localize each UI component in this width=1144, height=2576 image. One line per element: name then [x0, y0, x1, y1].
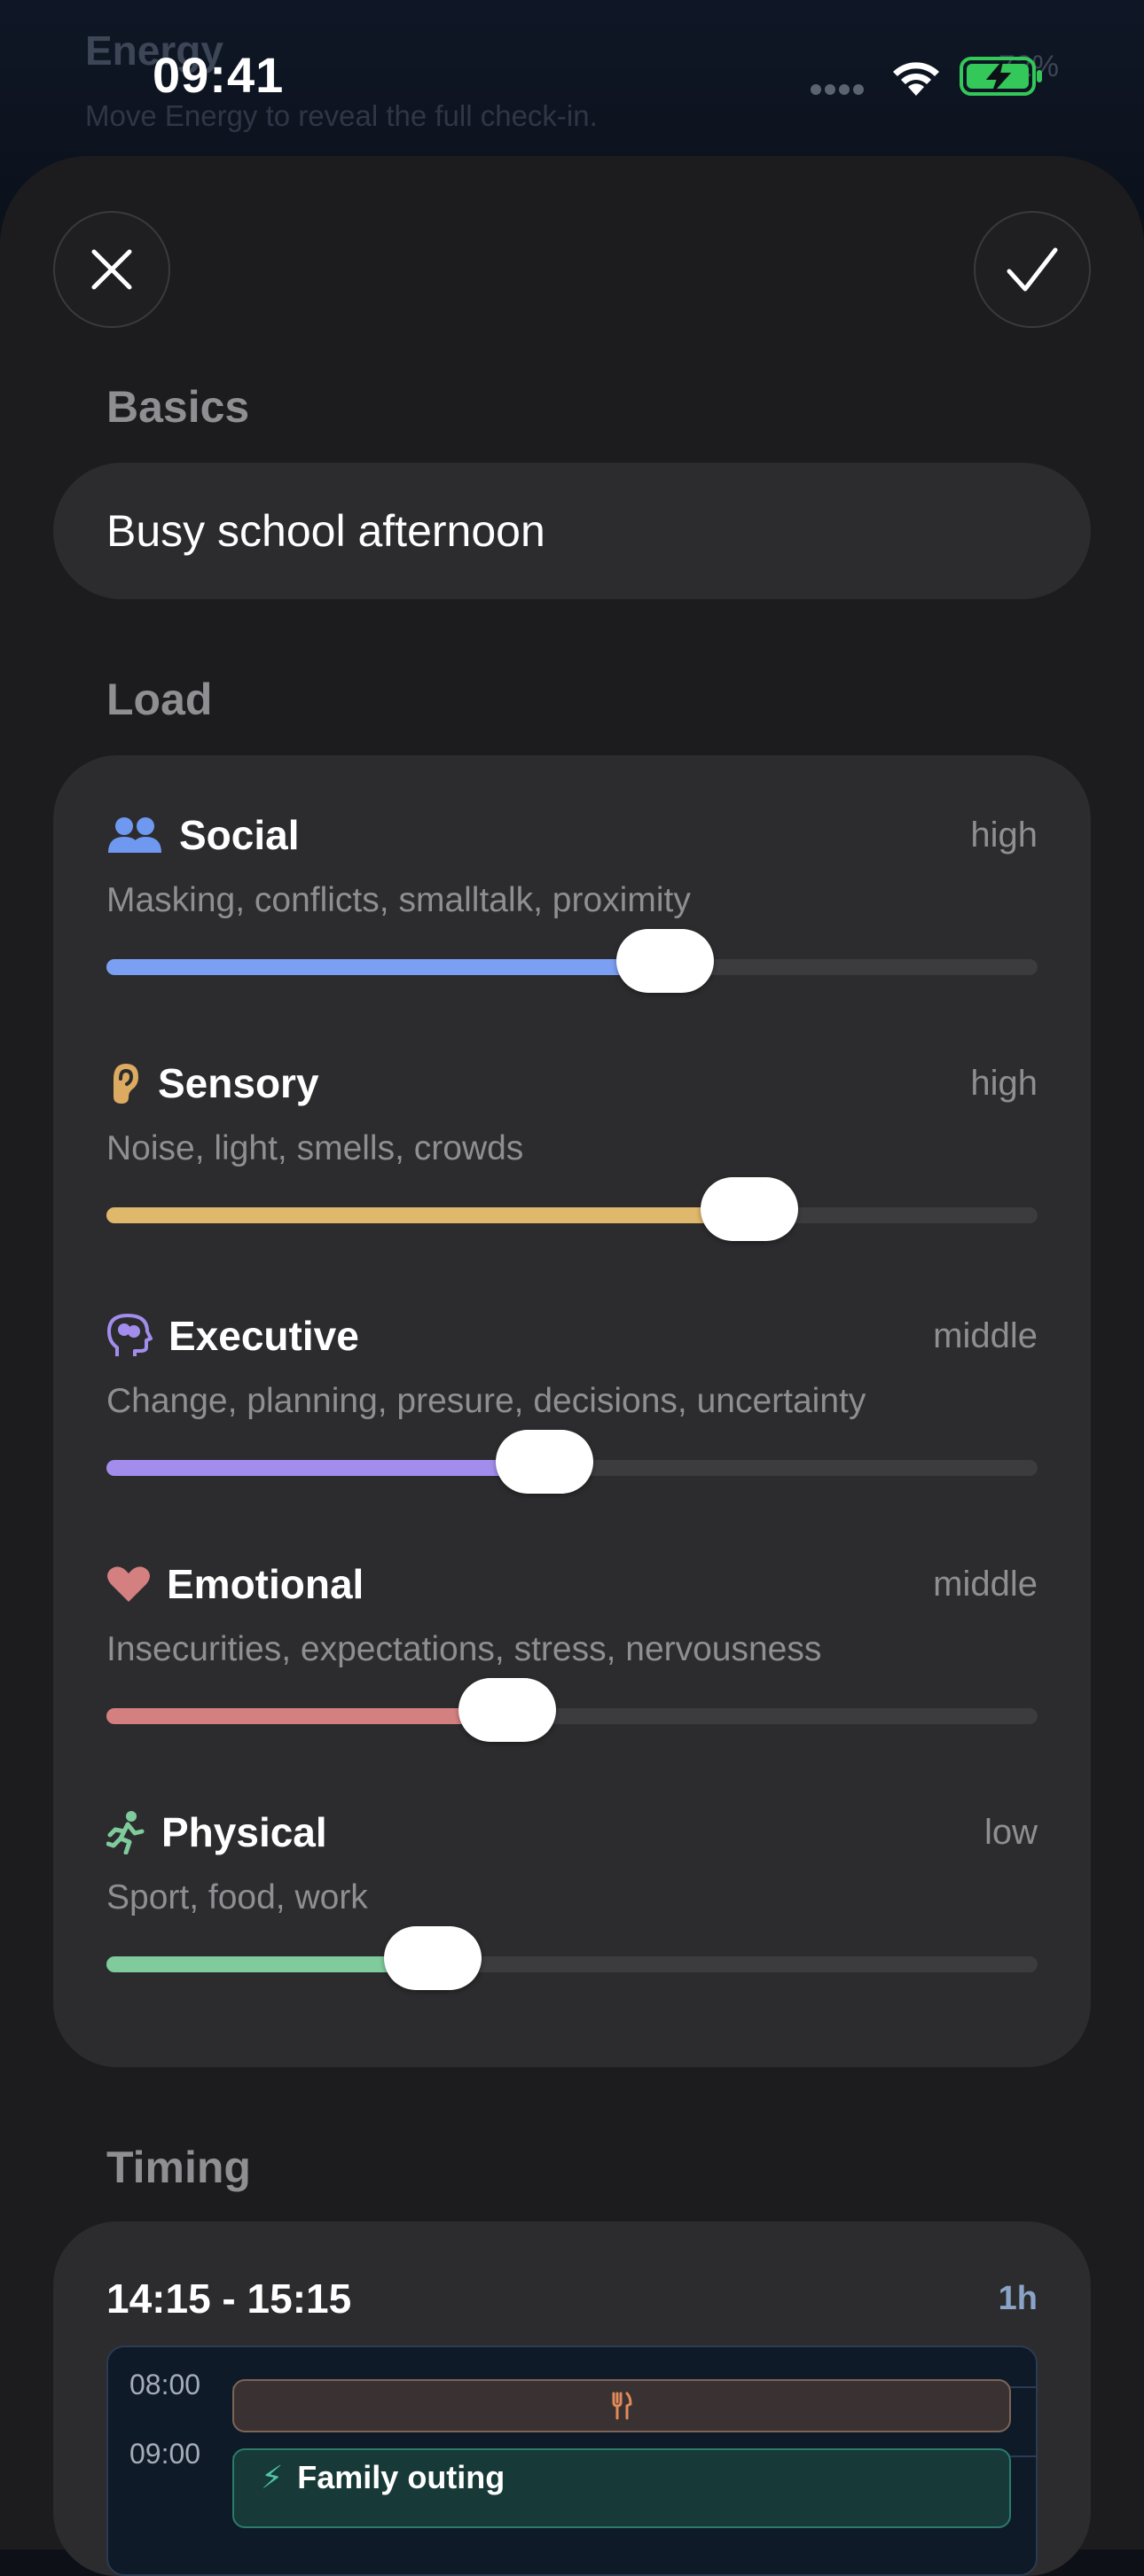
close-button[interactable] — [53, 211, 170, 328]
slider-fill — [106, 1460, 545, 1476]
load-description: Insecurities, expectations, stress, nerv… — [106, 1630, 822, 1668]
load-label: Emotional — [167, 1561, 364, 1607]
slider-thumb[interactable] — [384, 1926, 482, 1990]
heart-icon — [107, 1566, 150, 1602]
slider-fill — [106, 1207, 749, 1223]
battery-charging-icon — [960, 57, 1042, 96]
load-item-executive: Executive middle Change, planning, presu… — [106, 1309, 1038, 1540]
duration-badge: 1h — [998, 2280, 1038, 2317]
people-icon — [108, 817, 161, 853]
load-description: Sport, food, work — [106, 1878, 368, 1916]
status-bar: 09:41 — [0, 0, 1144, 151]
status-time: 09:41 — [153, 47, 285, 103]
timing-card: 14:15 - 15:15 1h 08:00 09:00 ⚡ Family ou… — [53, 2221, 1091, 2576]
physical-slider[interactable] — [106, 1926, 1038, 1990]
load-item-physical: Physical low Sport, food, work — [106, 1806, 1038, 2036]
emotional-slider[interactable] — [106, 1678, 1038, 1742]
load-section-title: Load — [106, 675, 213, 724]
close-icon — [91, 249, 132, 290]
social-slider[interactable] — [106, 929, 1038, 993]
bolt-icon: ⚡ — [261, 2459, 284, 2495]
load-level: high — [970, 816, 1038, 855]
load-label: Social — [179, 812, 300, 858]
timeline-event-meal[interactable] — [232, 2379, 1011, 2432]
basics-section-title: Basics — [106, 382, 250, 432]
timing-section-title: Timing — [106, 2143, 251, 2192]
checkin-name-input[interactable]: Busy school afternoon — [53, 463, 1091, 599]
load-level: high — [970, 1064, 1038, 1103]
slider-thumb[interactable] — [701, 1177, 798, 1241]
day-timeline[interactable]: 08:00 09:00 ⚡ Family outing — [106, 2346, 1038, 2576]
timeline-hour-label: 09:00 — [129, 2438, 201, 2470]
timeline-hour-label: 08:00 — [129, 2369, 201, 2400]
executive-slider[interactable] — [106, 1430, 1038, 1494]
load-description: Noise, light, smells, crowds — [106, 1129, 524, 1167]
load-level: middle — [933, 1316, 1038, 1355]
load-item-social: Social high Masking, conflicts, smalltal… — [106, 808, 1038, 1039]
slider-thumb[interactable] — [616, 929, 714, 993]
load-description: Masking, conflicts, smalltalk, proximity — [106, 881, 691, 919]
slider-thumb[interactable] — [496, 1430, 593, 1494]
load-label: Physical — [161, 1809, 327, 1855]
slider-thumb[interactable] — [458, 1678, 556, 1742]
event-title: Family outing — [297, 2459, 505, 2495]
fork-knife-icon — [612, 2392, 632, 2420]
brain-head-icon — [107, 1314, 153, 1356]
load-item-emotional: Emotional middle Insecurities, expectati… — [106, 1557, 1038, 1788]
load-level: low — [983, 1813, 1038, 1852]
ear-icon — [114, 1064, 138, 1104]
running-icon — [106, 1811, 145, 1854]
time-range[interactable]: 14:15 - 15:15 — [106, 2275, 351, 2322]
cellular-signal-icon — [811, 83, 869, 95]
wifi-icon — [893, 62, 939, 96]
load-label: Executive — [168, 1313, 359, 1359]
checkmark-icon — [1007, 247, 1058, 292]
load-description: Change, planning, presure, decisions, un… — [106, 1382, 866, 1420]
timeline-event-outing[interactable]: ⚡ Family outing — [232, 2448, 1011, 2528]
slider-fill — [106, 1708, 507, 1724]
load-card: Social high Masking, conflicts, smalltal… — [53, 755, 1091, 2067]
slider-fill — [106, 959, 665, 975]
load-label: Sensory — [158, 1060, 319, 1106]
sensory-slider[interactable] — [106, 1177, 1038, 1241]
load-item-sensory: Sensory high Noise, light, smells, crowd… — [106, 1057, 1038, 1287]
confirm-button[interactable] — [974, 211, 1091, 328]
load-level: middle — [933, 1565, 1038, 1604]
